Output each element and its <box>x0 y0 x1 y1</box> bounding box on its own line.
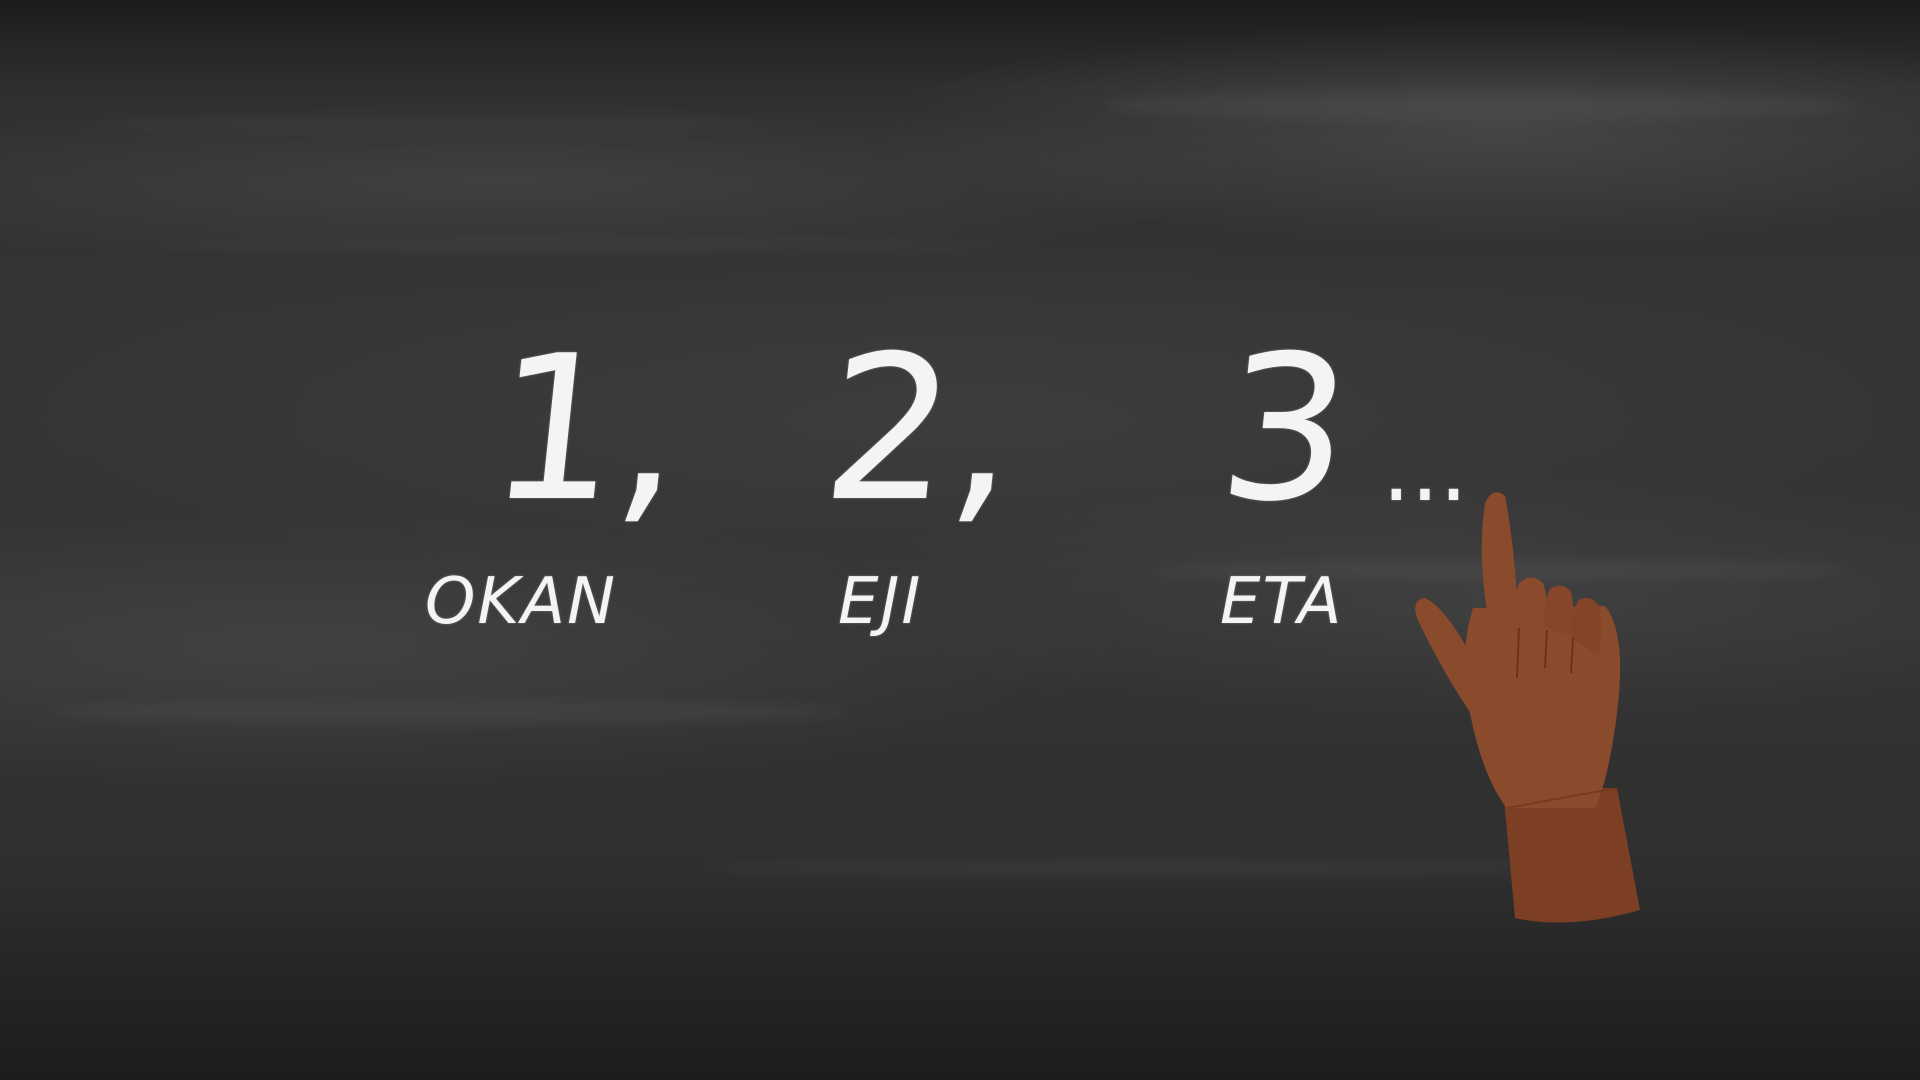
word-okan: OKAN <box>425 565 617 639</box>
numeral-three: 3 <box>1209 313 1362 546</box>
numeral-two: 2, <box>813 313 1030 546</box>
chalk-smudge <box>1100 90 1860 120</box>
chalk-smudge <box>80 120 780 130</box>
chalk-smudge <box>150 240 1050 250</box>
numeral-one: 1, <box>479 313 696 546</box>
word-eji: EJI <box>838 565 923 639</box>
pointing-hand-icon <box>1415 492 1640 923</box>
chalk-smudge <box>50 700 850 724</box>
word-eta: ETA <box>1220 565 1344 639</box>
